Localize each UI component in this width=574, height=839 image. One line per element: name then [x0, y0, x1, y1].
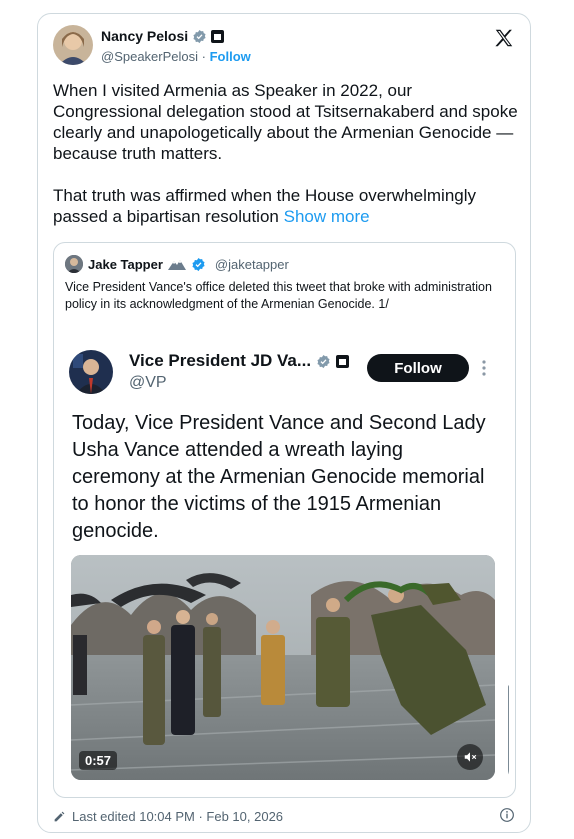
tweet-paragraph-2-text: That truth was affirmed when the House o…: [53, 186, 476, 226]
quoted-tweet[interactable]: Jake Tapper @jaketapper Vice President V…: [53, 242, 516, 798]
mute-icon: [464, 752, 477, 762]
verified-badge-icon: [192, 257, 205, 271]
author-handle-row: @SpeakerPelosi · Follow: [101, 49, 251, 64]
mute-button[interactable]: [457, 744, 483, 770]
quote-author-name[interactable]: Jake Tapper: [88, 257, 163, 272]
pencil-icon: [54, 811, 65, 822]
verified-badge-icon: [193, 29, 206, 43]
verified-badge-icon: [317, 354, 330, 368]
government-badge-icon: [211, 29, 225, 43]
separator: ·: [198, 49, 210, 64]
vp-author-name: Vice President JD Va...: [129, 351, 312, 370]
video-player[interactable]: 0:57: [71, 555, 495, 780]
show-more-link[interactable]: Show more: [284, 207, 370, 226]
tweet-paragraph-1: When I visited Armenia as Speaker in 202…: [53, 81, 518, 163]
tweet-body: When I visited Armenia as Speaker in 202…: [53, 80, 523, 248]
quote-avatar[interactable]: [65, 255, 83, 273]
tweet-paragraph-2: That truth was affirmed when the House o…: [53, 185, 523, 227]
tweet-footer: Last edited 10:04 PM · Feb 10, 2026: [53, 809, 283, 824]
vp-name-row: Vice President JD Va...: [129, 351, 350, 371]
vp-avatar: [69, 350, 113, 394]
quoted-tweet-header: Jake Tapper @jaketapper: [65, 255, 289, 273]
more-options-icon: [482, 360, 486, 376]
video-duration: 0:57: [79, 751, 118, 770]
author-handle[interactable]: @SpeakerPelosi: [101, 49, 198, 64]
follow-link[interactable]: Follow: [210, 49, 251, 64]
tweet-header: Nancy Pelosi @SpeakerPelosi · Follow: [53, 25, 515, 71]
vp-author-handle: @VP: [129, 374, 167, 391]
author-name[interactable]: Nancy Pelosi: [101, 28, 188, 44]
tweet-card[interactable]: Nancy Pelosi @SpeakerPelosi · Follow Whe…: [37, 13, 531, 833]
video-frame: [71, 555, 495, 780]
embedded-screenshot: Vice President JD Va... @VP Follow Today…: [59, 340, 509, 780]
avatar[interactable]: [53, 25, 93, 65]
mountain-emoji-icon: [167, 260, 186, 270]
vp-follow-button: Follow: [367, 354, 469, 382]
vp-tweet-text: Today, Vice President Vance and Second L…: [72, 412, 486, 542]
author-name-row: Nancy Pelosi: [101, 28, 225, 44]
government-badge-icon: [336, 354, 350, 368]
footer-divider: [53, 832, 515, 833]
quote-author-handle[interactable]: @jaketapper: [215, 257, 289, 272]
x-logo-icon[interactable]: [493, 27, 515, 49]
quote-text: Vice President Vance's office deleted th…: [65, 280, 492, 311]
info-icon[interactable]: [499, 807, 515, 823]
scrollbar[interactable]: [508, 685, 509, 780]
last-edited-text[interactable]: Last edited 10:04 PM · Feb 10, 2026: [72, 809, 283, 824]
